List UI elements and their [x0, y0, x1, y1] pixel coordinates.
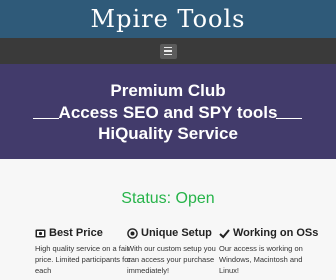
- feature-title: Best Price: [49, 227, 103, 239]
- feature-unique-setup: Unique Setup With our custom setup you c…: [127, 225, 223, 276]
- status-text: Status: Open: [121, 190, 215, 207]
- setup-circle-icon: [127, 227, 138, 239]
- features-section: Best Price High quality service on a fai…: [0, 225, 336, 280]
- feature-working-on-oss: Working on OSs Our access is working on …: [219, 225, 319, 276]
- feature-description: High quality service on a fair price. Li…: [35, 244, 131, 275]
- feature-best-price: Best Price High quality service on a fai…: [35, 225, 131, 276]
- hero-heading: Premium Club: [110, 81, 226, 100]
- navbar: [0, 38, 336, 64]
- site-title[interactable]: Mpire Tools: [91, 5, 246, 33]
- hero-subheading: Access SEO and SPY tools: [58, 103, 278, 122]
- feature-description: With our custom setup you can access you…: [127, 244, 216, 275]
- hamburger-icon: [164, 46, 172, 49]
- hero-tagline: HiQuality Service: [98, 124, 238, 143]
- checkmark-icon: [219, 228, 230, 239]
- hero-banner: Premium Club Access SEO and SPY tools Hi…: [0, 64, 336, 159]
- feature-title: Unique Setup: [141, 227, 212, 239]
- menu-toggle-button[interactable]: [159, 43, 177, 59]
- site-header: Mpire Tools: [0, 0, 336, 38]
- feature-title: Working on OSs: [233, 227, 319, 239]
- price-tag-icon: [35, 228, 46, 239]
- feature-description: Our access is working on Windows, Macint…: [219, 244, 303, 275]
- hero-rule-right: [276, 118, 302, 119]
